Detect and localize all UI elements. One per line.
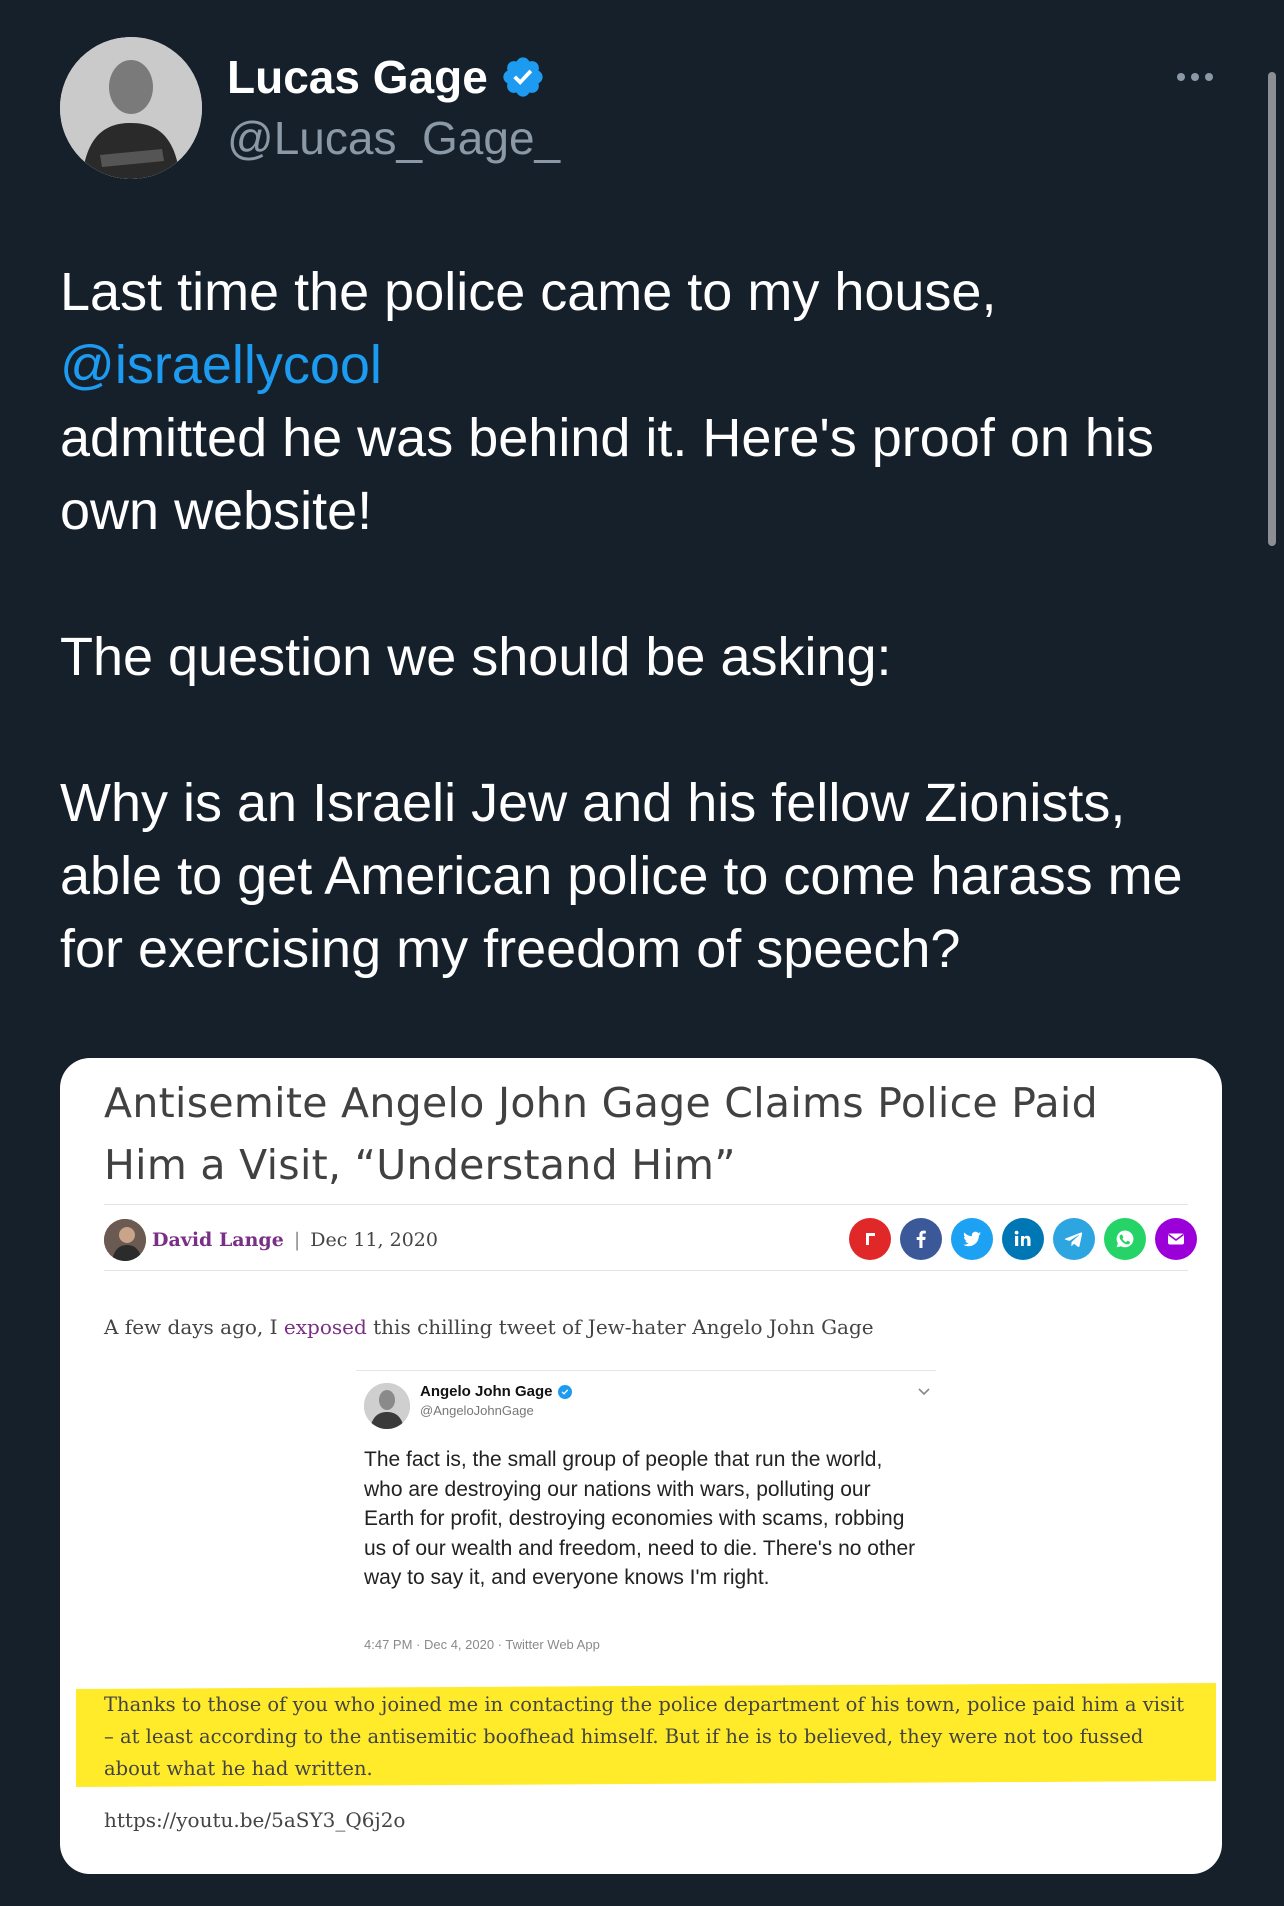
article-byline: David Lange | Dec 11, 2020 [104, 1218, 438, 1262]
scrollbar[interactable] [1268, 72, 1276, 546]
linkedin-icon [1002, 1218, 1044, 1260]
facebook-icon [900, 1218, 942, 1260]
tweet-text-paragraph: Why is an Israeli Jew and his fellow Zio… [60, 773, 1183, 979]
author-avatar[interactable] [60, 37, 202, 179]
email-icon [1155, 1218, 1197, 1260]
article-date: Dec 11, 2020 [310, 1229, 438, 1251]
embedded-tweet: Angelo John Gage @AngeloJohnGage The fac… [356, 1370, 936, 1691]
mention-link[interactable]: @israellycool [60, 329, 1230, 402]
author-thumbnail [104, 1219, 146, 1261]
telegram-icon [1053, 1218, 1095, 1260]
media-screenshot-card[interactable]: Antisemite Angelo John Gage Claims Polic… [60, 1058, 1222, 1874]
intro-text: A few days ago, I [104, 1315, 284, 1339]
article-author: David Lange [152, 1229, 284, 1251]
flipboard-icon [849, 1218, 891, 1260]
divider [104, 1204, 1188, 1205]
exposed-link: exposed [283, 1315, 367, 1339]
author-name[interactable]: Lucas Gage [227, 50, 488, 104]
embedded-name-row: Angelo John Gage [420, 1383, 573, 1400]
video-url: https://youtu.be/5aSY3_Q6j2o [104, 1808, 406, 1832]
more-icon[interactable] [1170, 62, 1220, 92]
tweet-text-paragraph: The question we should be asking: [60, 627, 892, 687]
whatsapp-icon [1104, 1218, 1146, 1260]
byline-separator: | [293, 1229, 301, 1251]
divider [104, 1270, 1188, 1271]
twitter-icon [951, 1218, 993, 1260]
tweet-text-line: Last time the police came to my house, [60, 262, 997, 322]
embedded-tweet-text: The fact is, the small group of people t… [364, 1448, 916, 1589]
intro-text: this chilling tweet of Jew-hater Angelo … [366, 1315, 874, 1339]
author-name-row: Lucas Gage [227, 50, 546, 104]
verified-badge-icon [557, 1384, 572, 1399]
highlighted-paragraph: Thanks to those of you who joined me in … [104, 1693, 1185, 1780]
tweet-text: Last time the police came to my house, @… [60, 256, 1230, 986]
embedded-tweet-meta: 4:47 PM · Dec 4, 2020 · Twitter Web App [364, 1637, 600, 1652]
author-handle[interactable]: @Lucas_Gage_ [227, 111, 560, 165]
embedded-avatar [364, 1383, 410, 1429]
verified-badge-icon [503, 57, 543, 97]
share-buttons [840, 1218, 1197, 1260]
chevron-down-icon [918, 1388, 930, 1396]
embedded-author-name: Angelo John Gage [420, 1383, 553, 1400]
embedded-author-handle: @AngeloJohnGage [420, 1403, 534, 1418]
tweet: Lucas Gage @Lucas_Gage_ Last time the po… [0, 0, 1284, 1906]
article-intro: A few days ago, I exposed this chilling … [104, 1315, 874, 1339]
tweet-text-line: admitted he was behind it. Here's proof … [60, 408, 1154, 541]
article-title: Antisemite Angelo John Gage Claims Polic… [104, 1079, 1098, 1189]
